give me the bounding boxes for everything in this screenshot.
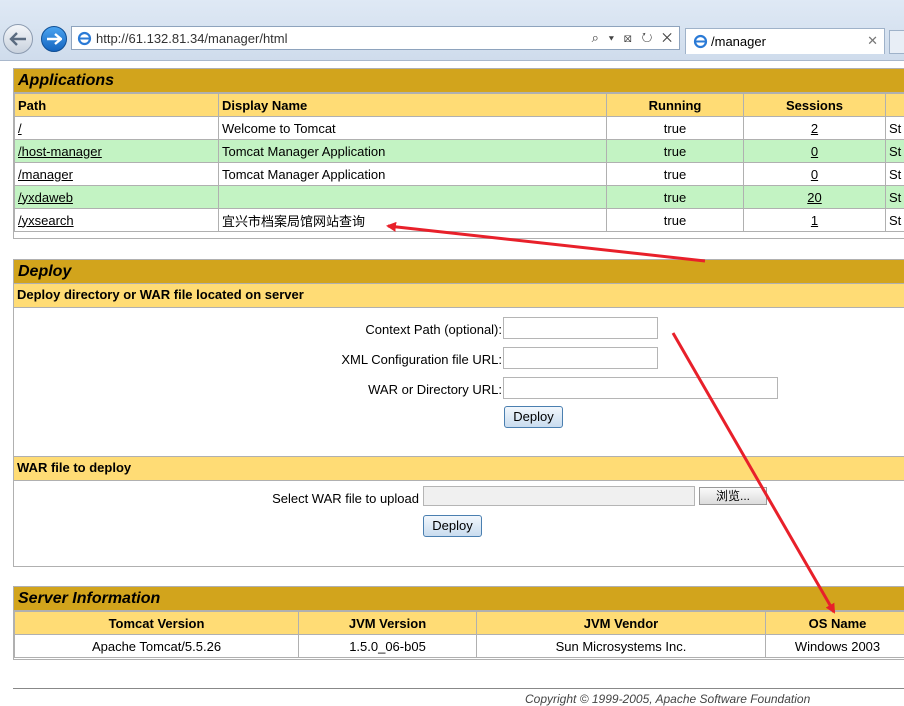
column-header-sessions: Sessions — [744, 94, 886, 117]
war-upload-subheading: WAR file to deploy — [14, 457, 904, 481]
column-header-display-name: Display Name — [219, 94, 607, 117]
footer-divider — [13, 688, 904, 689]
table-row: /manager Tomcat Manager Application true… — [15, 163, 904, 186]
tomcat-version-value: Apache Tomcat/5.5.26 — [15, 635, 299, 658]
deploy-heading: Deploy — [14, 260, 904, 284]
column-header-running: Running — [607, 94, 744, 117]
app-path-link[interactable]: /host-manager — [18, 144, 102, 159]
context-path-input[interactable] — [503, 317, 658, 339]
table-row: /yxdaweb true 20 St — [15, 186, 904, 209]
app-running: true — [607, 186, 744, 209]
address-tools-icons[interactable]: ⌕ ▾ ⊠ ↻ ✕ — [592, 30, 675, 46]
app-path-link[interactable]: /yxdaweb — [18, 190, 73, 205]
applications-section: Applications Path Display Name Running S… — [13, 68, 904, 239]
deploy-server-form: Context Path (optional): XML Configurati… — [14, 308, 904, 457]
deploy-war-button[interactable]: Deploy — [423, 515, 482, 537]
jvm-version-value: 1.5.0_06-b05 — [299, 635, 477, 658]
table-row: /yxsearch 宜兴市档案局馆网站查询 true 1 St — [15, 209, 904, 232]
app-running: true — [607, 140, 744, 163]
browse-button[interactable]: 浏览... — [699, 487, 767, 505]
copyright-text: Copyright © 1999-2005, Apache Software F… — [525, 692, 810, 706]
app-display-name: Tomcat Manager Application — [219, 140, 607, 163]
app-commands[interactable]: St — [886, 186, 904, 209]
forward-arrow-icon — [46, 33, 62, 45]
address-bar[interactable]: http://61.132.81.34/manager/html ⌕ ▾ ⊠ ↻… — [71, 26, 680, 50]
app-path-link[interactable]: /yxsearch — [18, 213, 74, 228]
app-commands[interactable]: St — [886, 117, 904, 140]
column-header-tomcat-version: Tomcat Version — [15, 612, 299, 635]
address-url[interactable]: http://61.132.81.34/manager/html — [96, 31, 288, 46]
app-sessions-link[interactable]: 20 — [807, 190, 821, 205]
browser-toolbar: http://61.132.81.34/manager/html ⌕ ▾ ⊠ ↻… — [0, 0, 904, 61]
app-commands[interactable]: St — [886, 140, 904, 163]
deploy-server-subheading: Deploy directory or WAR file located on … — [14, 284, 904, 308]
deploy-button[interactable]: Deploy — [504, 406, 563, 428]
tab-title: /manager — [711, 34, 766, 49]
table-header-row: Path Display Name Running Sessions — [15, 94, 904, 117]
app-sessions-link[interactable]: 2 — [811, 121, 818, 136]
war-upload-form: Select WAR file to upload 浏览... Deploy — [14, 481, 904, 563]
app-commands[interactable]: St — [886, 163, 904, 186]
table-row: /host-manager Tomcat Manager Application… — [15, 140, 904, 163]
tab-close-icon[interactable]: ✕ — [867, 33, 878, 49]
app-display-name: 宜兴市档案局馆网站查询 — [219, 209, 607, 232]
app-display-name: Tomcat Manager Application — [219, 163, 607, 186]
xml-config-input[interactable] — [503, 347, 658, 369]
back-button[interactable] — [3, 24, 33, 54]
app-sessions-link[interactable]: 0 — [811, 167, 818, 182]
app-sessions-link[interactable]: 0 — [811, 144, 818, 159]
applications-heading: Applications — [14, 69, 904, 93]
war-dir-url-input[interactable] — [503, 377, 778, 399]
app-running: true — [607, 163, 744, 186]
column-header-jvm-vendor: JVM Vendor — [477, 612, 766, 635]
table-row: / Welcome to Tomcat true 2 St — [15, 117, 904, 140]
select-war-label: Select WAR file to upload — [272, 491, 419, 506]
ie-logo-icon — [77, 31, 92, 46]
app-display-name — [219, 186, 607, 209]
column-header-jvm-version: JVM Version — [299, 612, 477, 635]
app-running: true — [607, 117, 744, 140]
table-row: Apache Tomcat/5.5.26 1.5.0_06-b05 Sun Mi… — [15, 635, 904, 658]
app-path-link[interactable]: / — [18, 121, 22, 136]
forward-button[interactable] — [41, 26, 67, 52]
server-info-table: Tomcat Version JVM Version JVM Vendor OS… — [14, 611, 904, 658]
xml-config-label: XML Configuration file URL: — [341, 352, 502, 367]
applications-table: Path Display Name Running Sessions / Wel… — [14, 93, 904, 232]
new-tab-button[interactable] — [889, 30, 904, 54]
back-arrow-icon — [9, 32, 27, 46]
app-running: true — [607, 209, 744, 232]
app-display-name: Welcome to Tomcat — [219, 117, 607, 140]
server-info-section: Server Information Tomcat Version JVM Ve… — [13, 586, 904, 660]
jvm-vendor-value: Sun Microsystems Inc. — [477, 635, 766, 658]
column-header-commands — [886, 94, 904, 117]
ie-logo-icon — [693, 34, 708, 49]
war-file-input[interactable] — [423, 486, 695, 506]
app-path-link[interactable]: /manager — [18, 167, 73, 182]
column-header-path: Path — [15, 94, 219, 117]
context-path-label: Context Path (optional): — [365, 322, 502, 337]
war-dir-url-label: WAR or Directory URL: — [368, 382, 502, 397]
app-commands[interactable]: St — [886, 209, 904, 232]
deploy-section: Deploy Deploy directory or WAR file loca… — [13, 259, 904, 567]
os-name-value: Windows 2003 — [766, 635, 904, 658]
server-info-heading: Server Information — [14, 587, 904, 611]
tab-manager[interactable]: /manager ✕ — [685, 28, 885, 54]
app-sessions-link[interactable]: 1 — [811, 213, 818, 228]
table-header-row: Tomcat Version JVM Version JVM Vendor OS… — [15, 612, 904, 635]
column-header-os-name: OS Name — [766, 612, 904, 635]
